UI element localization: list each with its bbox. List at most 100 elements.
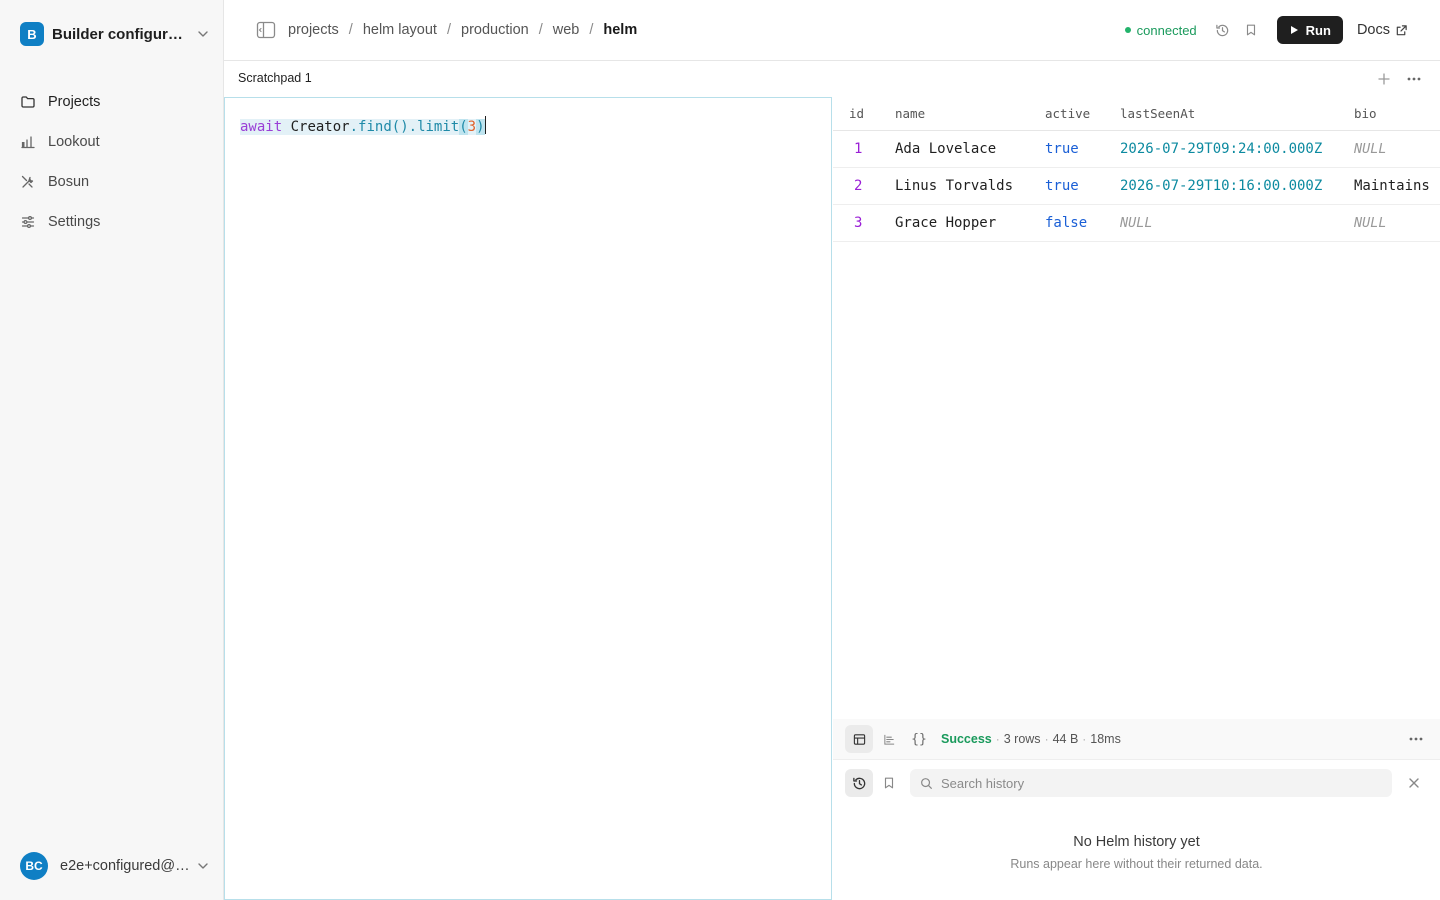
column-header-name[interactable]: name (895, 97, 1045, 131)
sidebar-item-projects[interactable]: Projects (12, 82, 212, 122)
column-header-active[interactable]: active (1045, 97, 1120, 131)
code-token-paren: ) (476, 119, 485, 135)
meta-separator: · (1044, 732, 1049, 746)
table-row[interactable]: 1 Ada Lovelace true 2026-07-29T09:24:00.… (833, 130, 1440, 168)
org-switcher[interactable]: B Builder configured org (20, 22, 210, 46)
breadcrumb-separator: / (589, 22, 594, 38)
sliders-icon (20, 214, 36, 230)
tools-icon (20, 174, 36, 190)
sidebar-item-settings[interactable]: Settings (12, 202, 212, 242)
cell-id[interactable]: 2 (833, 167, 895, 205)
results-table: id name active lastSeenAt bio 1 Ada Love… (833, 97, 1440, 719)
breadcrumb-environment[interactable]: production (461, 22, 529, 38)
chevron-down-icon (198, 31, 208, 37)
cell-name[interactable]: Linus Torvalds (895, 167, 1045, 205)
breadcrumb-projects[interactable]: projects (288, 22, 339, 38)
cell-id[interactable]: 1 (833, 130, 895, 168)
cell-active[interactable]: false (1045, 204, 1120, 242)
code-token-number: 3 (467, 119, 477, 135)
breadcrumb: projects / helm layout / production / we… (288, 20, 637, 40)
history-panel: No Helm history yet Runs appear here wit… (833, 759, 1440, 900)
history-search (910, 769, 1392, 797)
code-token-call: () (391, 119, 409, 135)
data-grid: id name active lastSeenAt bio 1 Ada Love… (833, 97, 1440, 242)
cell-name[interactable]: Ada Lovelace (895, 130, 1045, 168)
code-token-paren: ( (459, 119, 468, 135)
external-link-icon (1396, 24, 1407, 35)
bookmark-icon[interactable] (1239, 18, 1263, 42)
connection-status-label: connected (1136, 22, 1197, 38)
bookmark-icon[interactable] (875, 769, 903, 797)
docs-link-label: Docs (1356, 22, 1390, 38)
breadcrumb-service[interactable]: web (553, 22, 580, 38)
user-menu[interactable]: BC e2e+configured@example.com (20, 852, 210, 880)
cell-lastseenat[interactable]: 2026-07-29T09:24:00.000Z (1120, 130, 1354, 168)
connection-status: connected (1124, 22, 1197, 38)
table-row[interactable]: 2 Linus Torvalds true 2026-07-29T10:16:0… (833, 167, 1440, 205)
chevron-down-icon (198, 863, 208, 869)
status-dot (1124, 27, 1131, 33)
breadcrumb-separator: / (446, 22, 451, 38)
row-count: 3 rows (1003, 732, 1041, 746)
play-icon (1290, 26, 1298, 34)
code-token-function: find (358, 119, 392, 135)
history-search-input[interactable] (941, 775, 1361, 791)
code-editor[interactable]: await Creator.find().limit(3) (224, 97, 832, 900)
sidebar-item-label: Projects (48, 94, 101, 110)
empty-state-title: No Helm history yet (1073, 834, 1200, 850)
cell-lastseenat[interactable]: NULL (1120, 204, 1354, 242)
breadcrumb-separator: / (538, 22, 543, 38)
run-duration: 18ms (1090, 732, 1121, 746)
text-cursor (484, 116, 486, 134)
json-view-icon[interactable]: {} (905, 725, 933, 753)
cell-active[interactable]: true (1045, 167, 1120, 205)
folder-icon (20, 94, 36, 110)
cell-bio[interactable]: NULL (1354, 130, 1440, 168)
avatar: BC (20, 852, 48, 880)
column-header-id[interactable]: id (833, 97, 895, 131)
code-token-dot: . (349, 119, 359, 135)
code-token-keyword: await (240, 119, 283, 135)
more-horizontal-icon[interactable] (1404, 69, 1424, 89)
close-icon[interactable] (1404, 773, 1424, 793)
cell-bio[interactable]: Maintains (1354, 167, 1440, 205)
sidebar-nav: Projects Lookout Bosun Settings (12, 82, 212, 242)
cell-name[interactable]: Grace Hopper (895, 204, 1045, 242)
breadcrumb-current: helm (603, 22, 638, 38)
sidebar-item-bosun[interactable]: Bosun (12, 162, 212, 202)
panel-toggle-icon[interactable] (256, 21, 276, 39)
table-view-icon[interactable] (845, 725, 873, 753)
plus-icon[interactable] (1374, 69, 1394, 89)
chart-view-icon[interactable] (875, 725, 903, 753)
more-horizontal-icon[interactable] (1406, 729, 1426, 749)
result-status: Success (941, 732, 992, 746)
header-actions: connected Run Docs (1124, 16, 1408, 44)
sidebar-item-lookout[interactable]: Lookout (12, 122, 212, 162)
history-icon[interactable] (845, 769, 873, 797)
cell-lastseenat[interactable]: 2026-07-29T10:16:00.000Z (1120, 167, 1354, 205)
breadcrumb-separator: / (348, 22, 353, 38)
code-token-dot: . (408, 119, 418, 135)
empty-state-subtitle: Runs appear here without their returned … (1010, 857, 1263, 871)
run-button[interactable]: Run (1276, 16, 1343, 44)
search-icon (921, 777, 932, 789)
column-header-lastseenat[interactable]: lastSeenAt (1120, 97, 1354, 131)
cell-active[interactable]: true (1045, 130, 1120, 168)
meta-separator: · (995, 732, 1000, 746)
org-name: Builder configured org (52, 25, 190, 43)
code-token-function: limit (417, 119, 460, 135)
table-row[interactable]: 3 Grace Hopper false NULL NULL (833, 204, 1440, 242)
code-token-identifier: Creator (290, 119, 350, 135)
column-header-bio[interactable]: bio (1354, 97, 1440, 131)
code-line[interactable]: await Creator.find().limit(3) (240, 116, 486, 137)
history-icon[interactable] (1211, 18, 1235, 42)
bar-chart-icon (20, 134, 36, 150)
code-line-highlight: await Creator.find().limit(3) (240, 119, 485, 135)
scratchpad-tabs: Scratchpad 1 (224, 61, 1440, 97)
breadcrumb-project[interactable]: helm layout (363, 22, 437, 38)
cell-id[interactable]: 3 (833, 204, 895, 242)
tab-scratchpad-1[interactable]: Scratchpad 1 (238, 71, 312, 85)
docs-link[interactable]: Docs (1357, 22, 1408, 38)
cell-bio[interactable]: NULL (1354, 204, 1440, 242)
user-email: e2e+configured@example.com (60, 858, 190, 874)
